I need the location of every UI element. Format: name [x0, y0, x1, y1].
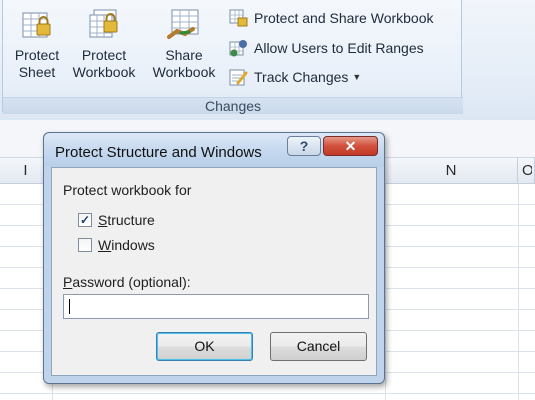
password-label: Password (optional):	[63, 274, 191, 290]
cancel-button[interactable]: Cancel	[270, 332, 367, 361]
protect-and-share-workbook-button[interactable]: Protect and Share Workbook	[228, 7, 434, 29]
close-icon: ✕	[344, 138, 357, 154]
protect-workbook-for-label: Protect workbook for	[63, 182, 192, 198]
protect-structure-dialog: Protect Structure and Windows ? ✕ Protec…	[43, 132, 385, 384]
protect-workbook-label-2: Workbook	[72, 64, 136, 80]
password-field[interactable]	[63, 294, 369, 319]
protect-sheet-label-2: Sheet	[18, 64, 56, 80]
protect-share-icon	[229, 9, 248, 27]
track-changes-icon	[229, 69, 248, 86]
windows-checkbox[interactable]	[78, 238, 92, 252]
group-label-changes: Changes	[3, 97, 463, 114]
help-icon: ?	[299, 138, 309, 154]
dialog-body: Protect workbook for ✓ Structure Windows…	[51, 167, 377, 376]
ribbon: Protect Sheet Protect Workbook Share Wor…	[0, 0, 535, 120]
windows-label-rest: indows	[111, 237, 155, 253]
track-changes-button[interactable]: Track Changes ▼	[228, 66, 361, 88]
column-header-n[interactable]: N	[385, 158, 518, 184]
share-workbook-label-1: Share	[165, 47, 203, 63]
structure-label-rest: tructure	[107, 212, 155, 228]
structure-checkbox[interactable]: ✓	[78, 213, 92, 227]
windows-label: Windows	[98, 237, 155, 253]
column-header-o[interactable]: O	[518, 158, 535, 184]
dialog-titlebar[interactable]: Protect Structure and Windows ? ✕	[44, 133, 384, 167]
protect-workbook-label-1: Protect	[81, 47, 127, 63]
close-button[interactable]: ✕	[323, 136, 378, 156]
protect-sheet-button[interactable]: Protect Sheet	[9, 7, 65, 81]
chevron-down-icon: ▼	[352, 72, 362, 82]
share-workbook-label-2: Workbook	[152, 64, 216, 80]
dialog-title: Protect Structure and Windows	[55, 144, 262, 161]
help-button[interactable]: ?	[287, 136, 321, 156]
protect-workbook-icon	[89, 9, 118, 38]
allow-users-edit-ranges-button[interactable]: Allow Users to Edit Ranges	[228, 37, 424, 59]
allow-users-edit-ranges-label: Allow Users to Edit Ranges	[254, 40, 424, 56]
ok-button[interactable]: OK	[156, 332, 253, 361]
track-changes-label: Track Changes	[254, 69, 349, 85]
structure-checkbox-row[interactable]: ✓ Structure	[78, 211, 155, 229]
edit-ranges-icon	[229, 40, 247, 57]
protect-workbook-button[interactable]: Protect Workbook	[65, 7, 143, 81]
password-label-rest: assword (optional):	[72, 274, 191, 290]
protect-and-share-workbook-label: Protect and Share Workbook	[254, 10, 434, 26]
protect-sheet-icon	[22, 12, 51, 38]
protect-sheet-label-1: Protect	[14, 47, 60, 63]
share-workbook-button[interactable]: Share Workbook	[145, 7, 223, 81]
share-workbook-icon	[167, 9, 199, 39]
text-cursor	[69, 299, 70, 314]
changes-group: Protect Sheet Protect Workbook Share Wor…	[2, 0, 463, 114]
column-o-letter: O	[522, 162, 532, 179]
structure-label: Structure	[98, 212, 155, 228]
windows-checkbox-row[interactable]: Windows	[78, 236, 155, 254]
